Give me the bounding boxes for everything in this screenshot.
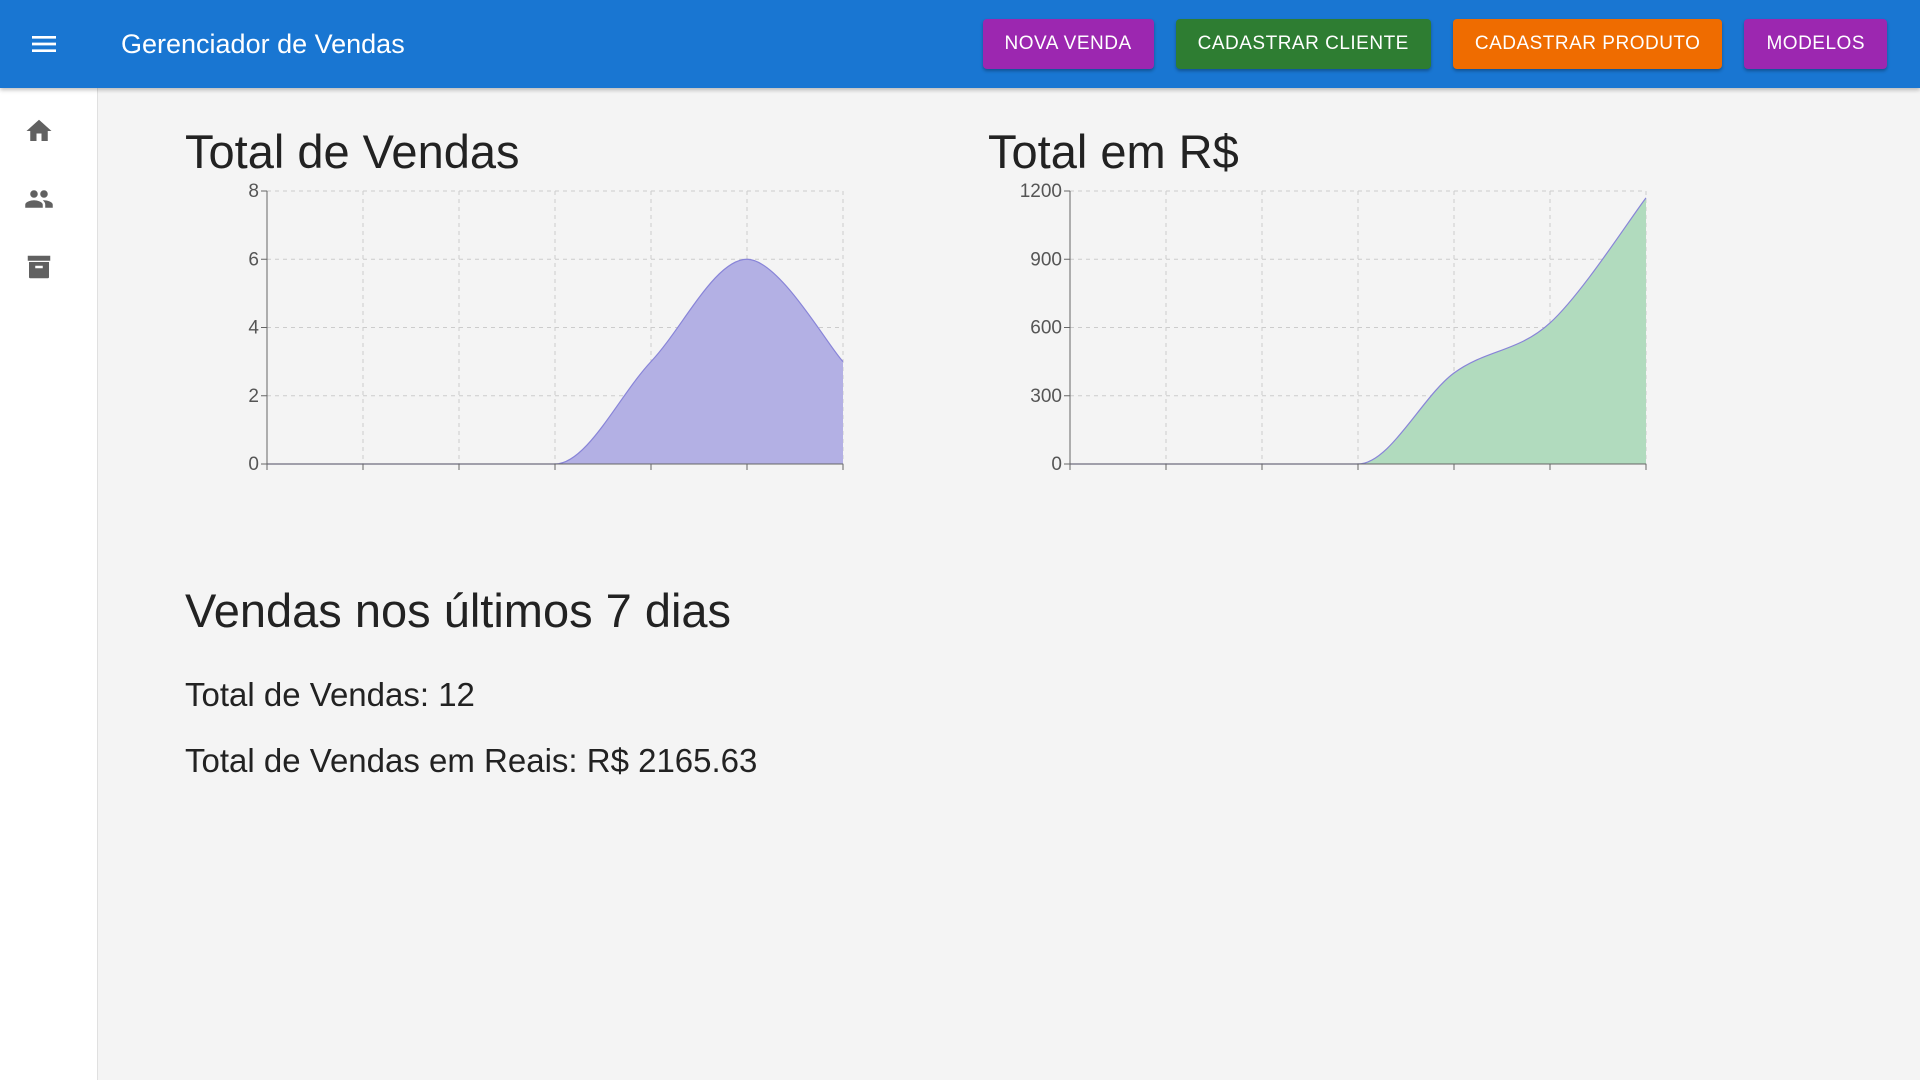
main-content: Total de Vendas 0 2 4 6 8 31-10 01-11 02-11 03-1… (98, 88, 1920, 1080)
total-vendas-chart: 0 2 4 6 8 31-10 01-11 02-11 03-11 04-11 05-11 06-11 (243, 181, 867, 476)
menu-button[interactable] (0, 0, 88, 88)
x-tick-label: 03-11 (1334, 474, 1381, 476)
x-tick-label: 05-11 (1526, 474, 1573, 476)
chart-title: Total em R$ (988, 125, 1239, 178)
total-reais-text: Total de Vendas em Reais: R$ 2165.63 (185, 742, 758, 779)
sidebar (0, 88, 98, 1080)
y-tick-label: 0 (248, 454, 259, 475)
x-tick-label: 31-10 (1046, 474, 1095, 476)
x-tick-label: 03-11 (531, 474, 578, 476)
y-tick-label: 1200 (1020, 181, 1062, 202)
cadastrar-cliente-button[interactable]: CADASTRAR CLIENTE (1175, 19, 1431, 69)
people-icon (25, 190, 53, 208)
cadastrar-produto-button[interactable]: CADASTRAR PRODUTO (1452, 19, 1723, 69)
menu-icon (32, 36, 56, 52)
y-tick-label: 300 (1030, 386, 1062, 407)
x-tick-label: 04-11 (1430, 474, 1477, 476)
modelos-button[interactable]: MODELOS (1744, 19, 1887, 69)
app-title: Gerenciador de Vendas (121, 28, 405, 59)
sidebar-item-produtos[interactable] (0, 234, 78, 300)
app-bar: Gerenciador de Vendas NOVA VENDA CADASTR… (0, 0, 1920, 88)
total-reais-chart: 0 300 600 900 1200 31-10 01-11 02-11 03-11 04-11 0… (1020, 181, 1670, 476)
y-tick-label: 8 (248, 181, 259, 202)
y-tick-label: 600 (1030, 318, 1062, 339)
x-tick-label: 06-11 (1622, 474, 1669, 476)
y-tick-label: 900 (1030, 249, 1062, 270)
archive-icon (27, 255, 51, 279)
x-tick-label: 02-11 (1238, 474, 1285, 476)
y-tick-label: 4 (248, 318, 259, 339)
x-tick-label: 02-11 (435, 474, 482, 476)
y-tick-label: 6 (248, 249, 259, 270)
nova-venda-button[interactable]: NOVA VENDA (982, 19, 1154, 69)
y-tick-label: 2 (248, 386, 259, 407)
x-tick-label: 05-11 (723, 474, 770, 476)
home-icon (26, 119, 52, 141)
x-tick-label: 06-11 (819, 474, 866, 476)
toolbar-actions: NOVA VENDA CADASTRAR CLIENTE CADASTRAR P… (982, 19, 1887, 69)
total-vendas-text: Total de Vendas: 12 (185, 676, 475, 713)
x-tick-label: 01-11 (1142, 474, 1189, 476)
y-tick-label: 0 (1051, 454, 1062, 475)
sidebar-item-clientes[interactable] (0, 166, 78, 232)
x-tick-label: 31-10 (243, 474, 292, 476)
sidebar-item-home[interactable] (0, 98, 78, 164)
chart-title: Total de Vendas (185, 125, 520, 178)
summary-title: Vendas nos últimos 7 dias (185, 584, 732, 637)
x-tick-label: 01-11 (339, 474, 386, 476)
x-tick-label: 04-11 (627, 474, 674, 476)
